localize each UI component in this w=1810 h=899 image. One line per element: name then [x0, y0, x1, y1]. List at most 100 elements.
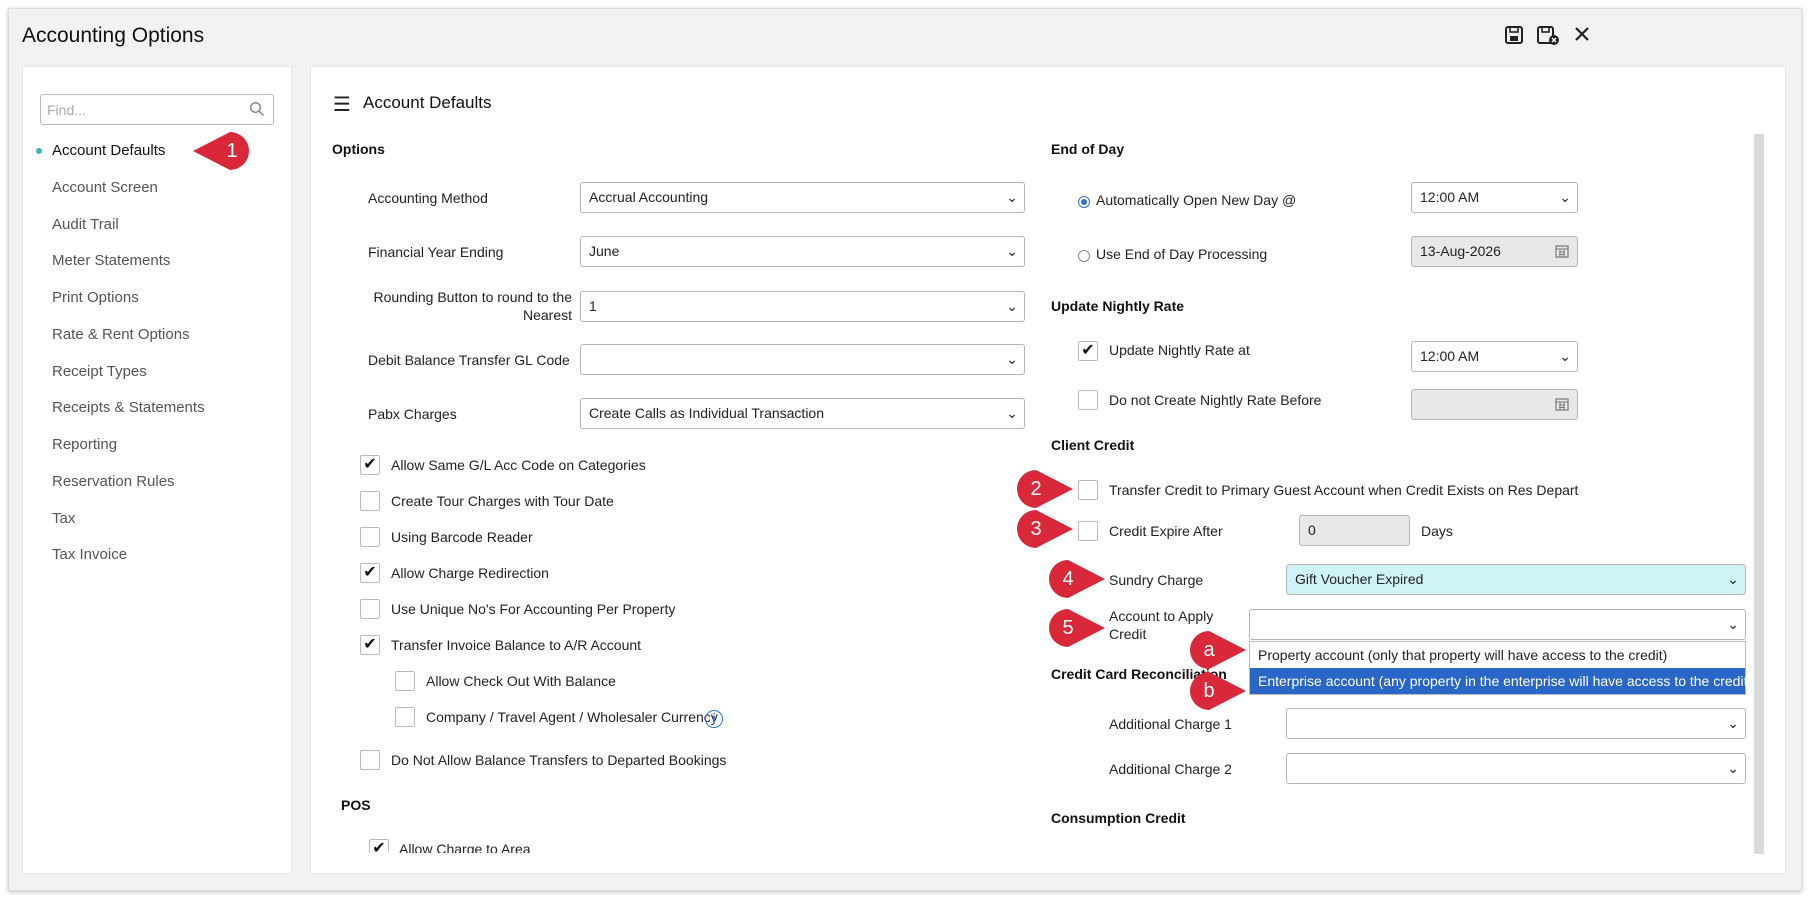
active-indicator [36, 148, 42, 154]
sidebar-item-meter-statements[interactable]: Meter Statements [52, 252, 170, 269]
checkbox-transfer-invoice[interactable]: ✔ [360, 635, 380, 655]
chevron-down-icon: ⌄ [1559, 348, 1571, 364]
transfer-credit-label: Transfer Credit to Primary Guest Account… [1109, 482, 1579, 498]
sidebar-item-receipt-types[interactable]: Receipt Types [52, 363, 147, 380]
account-apply-label-line2: Credit [1109, 626, 1147, 642]
pabx-select[interactable]: Create Calls as Individual Transaction ⌄ [580, 398, 1025, 429]
checkbox-update-nightly[interactable]: ✔ [1078, 341, 1098, 361]
chevron-down-icon: ⌄ [1559, 189, 1571, 205]
chevron-down-icon: ⌄ [1006, 298, 1018, 314]
calendar-icon[interactable] [1555, 244, 1569, 258]
sidebar-item-reservation-rules[interactable]: Reservation Rules [52, 473, 175, 490]
end-of-day-heading: End of Day [1051, 141, 1125, 157]
accounting-method-select[interactable]: Accrual Accounting ⌄ [580, 182, 1025, 213]
checkbox-unique-nos[interactable] [360, 599, 380, 619]
sidebar-item-tax-invoice[interactable]: Tax Invoice [52, 546, 127, 563]
nightly-heading: Update Nightly Rate [1051, 298, 1185, 314]
auto-open-time-select[interactable]: 12:00 AM ⌄ [1411, 182, 1578, 213]
checkbox-tour-charges[interactable] [360, 491, 380, 511]
checkbox-barcode-reader[interactable] [360, 527, 380, 547]
annotation-marker-3: 3 [1015, 506, 1077, 552]
pos-heading: POS [341, 797, 371, 813]
hamburger-icon[interactable]: ☰ [333, 95, 351, 115]
chevron-down-icon: ⌄ [1006, 405, 1018, 421]
barcode-reader-label: Using Barcode Reader [391, 529, 533, 545]
financial-year-select[interactable]: June ⌄ [580, 236, 1025, 267]
sidebar-item-account-defaults[interactable]: Account Defaults [52, 142, 165, 159]
chevron-down-icon: ⌄ [1006, 243, 1018, 259]
accounting-method-label: Accounting Method [368, 190, 488, 206]
checkbox-transfer-credit[interactable] [1078, 480, 1098, 500]
departed-bookings-label: Do Not Allow Balance Transfers to Depart… [391, 752, 727, 768]
eod-date-input[interactable]: 13-Aug-2026 [1411, 236, 1578, 267]
nightly-time-select[interactable]: 12:00 AM ⌄ [1411, 341, 1578, 372]
sidebar-item-audit-trail[interactable]: Audit Trail [52, 216, 119, 233]
allow-same-gl-label: Allow Same G/L Acc Code on Categories [391, 457, 646, 473]
checkbox-not-before[interactable] [1078, 390, 1098, 410]
auto-open-time-value: 12:00 AM [1420, 189, 1480, 205]
accounting-method-value: Accrual Accounting [589, 189, 709, 205]
checkbox-currency[interactable] [395, 707, 415, 727]
financial-year-value: June [589, 243, 620, 259]
find-box[interactable] [40, 94, 274, 125]
option-property-account[interactable]: Property account (only that property wil… [1250, 642, 1745, 668]
radio-auto-open[interactable] [1078, 196, 1090, 208]
sundry-charge-select[interactable]: Gift Voucher Expired ⌄ [1286, 564, 1746, 595]
transfer-invoice-label: Transfer Invoice Balance to A/R Account [391, 637, 642, 653]
radio-use-eod[interactable] [1078, 250, 1090, 262]
annotation-3-label: 3 [1030, 518, 1042, 540]
calendar-icon[interactable] [1555, 397, 1569, 411]
additional-charge-1-label: Additional Charge 1 [1109, 716, 1232, 732]
close-icon[interactable] [1570, 24, 1594, 48]
scrollbar[interactable] [1754, 134, 1764, 854]
not-before-date-input[interactable] [1411, 389, 1578, 420]
chevron-down-icon: ⌄ [1006, 351, 1018, 367]
additional-charge-1-select[interactable]: ⌄ [1286, 708, 1746, 739]
account-apply-label-line1: Account to Apply [1109, 608, 1214, 624]
update-nightly-label: Update Nightly Rate at [1109, 342, 1250, 358]
auto-open-label: Automatically Open New Day @ [1096, 192, 1297, 208]
annotation-marker-5: 5 [1047, 605, 1109, 651]
credit-expire-days-input[interactable]: 0 [1299, 515, 1410, 546]
checkbox-credit-expire[interactable] [1078, 521, 1098, 541]
checkbox-allow-charge-area[interactable]: ✔ [369, 839, 389, 857]
checkbox-check-out-balance[interactable] [395, 671, 415, 691]
sidebar-item-receipts-statements[interactable]: Receipts & Statements [52, 399, 205, 416]
currency-label: Company / Travel Agent / Wholesaler Curr… [426, 709, 718, 725]
sidebar-item-tax[interactable]: Tax [52, 510, 75, 527]
rounding-select[interactable]: 1 ⌄ [580, 291, 1025, 322]
annotation-marker-1: 1 [189, 128, 251, 174]
annotation-1-label: 1 [226, 140, 238, 162]
page-title: Account Defaults [363, 93, 492, 112]
sidebar-item-reporting[interactable]: Reporting [52, 436, 117, 453]
pabx-label: Pabx Charges [368, 406, 457, 422]
search-input[interactable] [47, 95, 247, 124]
annotation-5-label: 5 [1062, 617, 1074, 639]
chevron-down-icon: ⌄ [1006, 189, 1018, 205]
option-enterprise-account[interactable]: Enterprise account (any property in the … [1250, 668, 1752, 694]
allow-charge-area-label: Allow Charge to Area [399, 841, 531, 853]
tour-charges-label: Create Tour Charges with Tour Date [391, 493, 614, 509]
save-icon[interactable] [1502, 24, 1526, 48]
financial-year-label: Financial Year Ending [368, 244, 504, 260]
annotation-4-label: 4 [1062, 568, 1074, 590]
debit-gl-select[interactable]: ⌄ [580, 344, 1025, 375]
chevron-down-icon: ⌄ [1727, 571, 1739, 587]
checkbox-charge-redirection[interactable]: ✔ [360, 563, 380, 583]
info-icon[interactable]: i [705, 710, 723, 728]
checkbox-departed-bookings[interactable] [360, 750, 380, 770]
sundry-charge-label: Sundry Charge [1109, 572, 1204, 588]
account-apply-select[interactable]: ⌄ [1249, 609, 1746, 640]
chevron-down-icon: ⌄ [1727, 715, 1739, 731]
sidebar-item-print-options[interactable]: Print Options [52, 289, 139, 306]
additional-charge-2-select[interactable]: ⌄ [1286, 753, 1746, 784]
rounding-label-line1: Rounding Button to round to the [373, 289, 572, 305]
charge-redirection-label: Allow Charge Redirection [391, 565, 549, 581]
consumption-credit-heading: Consumption Credit [1051, 810, 1186, 826]
sidebar-item-rate-rent-options[interactable]: Rate & Rent Options [52, 326, 190, 343]
use-eod-label: Use End of Day Processing [1096, 246, 1268, 262]
sidebar-item-account-screen[interactable]: Account Screen [52, 179, 158, 196]
checkbox-allow-same-gl[interactable]: ✔ [360, 455, 380, 475]
save-and-close-icon[interactable] [1536, 24, 1560, 48]
additional-charge-2-label: Additional Charge 2 [1109, 761, 1232, 777]
